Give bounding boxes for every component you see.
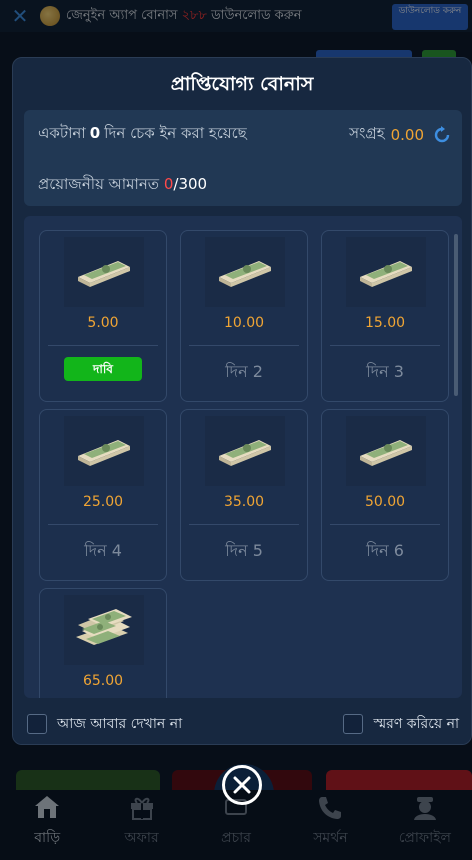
bonus-amount: 50.00 xyxy=(364,494,406,510)
divider xyxy=(330,524,440,525)
checkbox-box[interactable] xyxy=(343,714,364,734)
bonus-modal: প্রাপ্তিযোগ্য বোনাস একটানা 0 দিন চেক ইন কর… xyxy=(12,57,472,745)
close-icon xyxy=(233,776,251,794)
streak-days: 0 xyxy=(89,124,101,142)
bonus-amount: 5.00 xyxy=(87,315,119,331)
collect-summary: সংগ্রহ 0.00 xyxy=(349,122,452,147)
bonus-card-day-1[interactable]: 5.00 দাবি xyxy=(39,230,167,402)
dont-show-today-checkbox[interactable]: আজ আবার দেখান না xyxy=(27,712,182,736)
bonus-day-label: দিন 5 xyxy=(225,541,263,560)
cash-stack-icon xyxy=(64,237,144,307)
bonus-card-day-7[interactable]: 65.00 xyxy=(39,588,167,698)
divider xyxy=(189,524,299,525)
bonus-card-day-3[interactable]: 15.00 দিন 3 xyxy=(321,230,449,402)
claim-button[interactable]: দাবি xyxy=(64,357,142,381)
divider xyxy=(48,524,158,525)
bonus-amount: 35.00 xyxy=(223,494,265,510)
cash-stack-icon xyxy=(205,237,285,307)
bonus-card-day-4[interactable]: 25.00 দিন 4 xyxy=(39,409,167,581)
bonus-amount: 65.00 xyxy=(82,673,124,689)
modal-footer: আজ আবার দেখান না স্মরণ করিয়ে না xyxy=(13,702,471,744)
streak-prefix: একটানা xyxy=(38,124,86,142)
collect-label: সংগ্রহ xyxy=(349,124,385,142)
divider xyxy=(48,345,158,346)
bonus-amount: 25.00 xyxy=(82,494,124,510)
bonus-day-label: দিন 3 xyxy=(366,362,404,381)
close-modal-button[interactable] xyxy=(222,765,262,805)
bonus-amount: 15.00 xyxy=(364,315,406,331)
checkbox-box[interactable] xyxy=(27,714,47,734)
checkbox-label: স্মরণ করিয়ে না xyxy=(373,716,459,732)
cash-stack-icon xyxy=(64,416,144,486)
refresh-icon[interactable] xyxy=(432,125,452,145)
bonus-day-label: দিন 4 xyxy=(84,541,122,560)
streak-suffix: দিন চেক ইন করা হয়েছে xyxy=(104,124,247,142)
remind-me-checkbox[interactable]: স্মরণ করিয়ে না xyxy=(343,712,459,736)
bonus-day-label: দিন 2 xyxy=(225,362,263,381)
bonus-card-day-6[interactable]: 50.00 দিন 6 xyxy=(321,409,449,581)
checkin-streak: একটানা 0 দিন চেক ইন করা হয়েছে xyxy=(38,122,308,144)
cash-pile-icon xyxy=(64,595,144,665)
deposit-current: 0 xyxy=(163,175,174,193)
collect-amount: 0.00 xyxy=(390,125,424,144)
daily-bonus-grid: 5.00 দাবি 10.00 দিন 2 15.00 দিন 3 25.00 … xyxy=(24,216,462,698)
scrollbar[interactable] xyxy=(454,234,458,396)
checkbox-label: আজ আবার দেখান না xyxy=(57,716,183,732)
deposit-total: /300 xyxy=(173,175,208,193)
cash-stack-icon xyxy=(346,237,426,307)
bonus-card-day-2[interactable]: 10.00 দিন 2 xyxy=(180,230,308,402)
divider xyxy=(189,345,299,346)
required-deposit: প্রয়োজনীয় আমানত 0/300 xyxy=(38,173,207,198)
cash-stack-icon xyxy=(346,416,426,486)
divider xyxy=(330,345,440,346)
cash-stack-icon xyxy=(205,416,285,486)
bonus-amount: 10.00 xyxy=(223,315,265,331)
bonus-day-label: দিন 6 xyxy=(366,541,404,560)
bonus-card-day-5[interactable]: 35.00 দিন 5 xyxy=(180,409,308,581)
deposit-label: প্রয়োজনীয় আমানত xyxy=(38,175,160,193)
checkin-info-box: একটানা 0 দিন চেক ইন করা হয়েছে সংগ্রহ 0.00… xyxy=(24,110,462,206)
modal-title: প্রাপ্তিযোগ্য বোনাস xyxy=(170,73,314,95)
